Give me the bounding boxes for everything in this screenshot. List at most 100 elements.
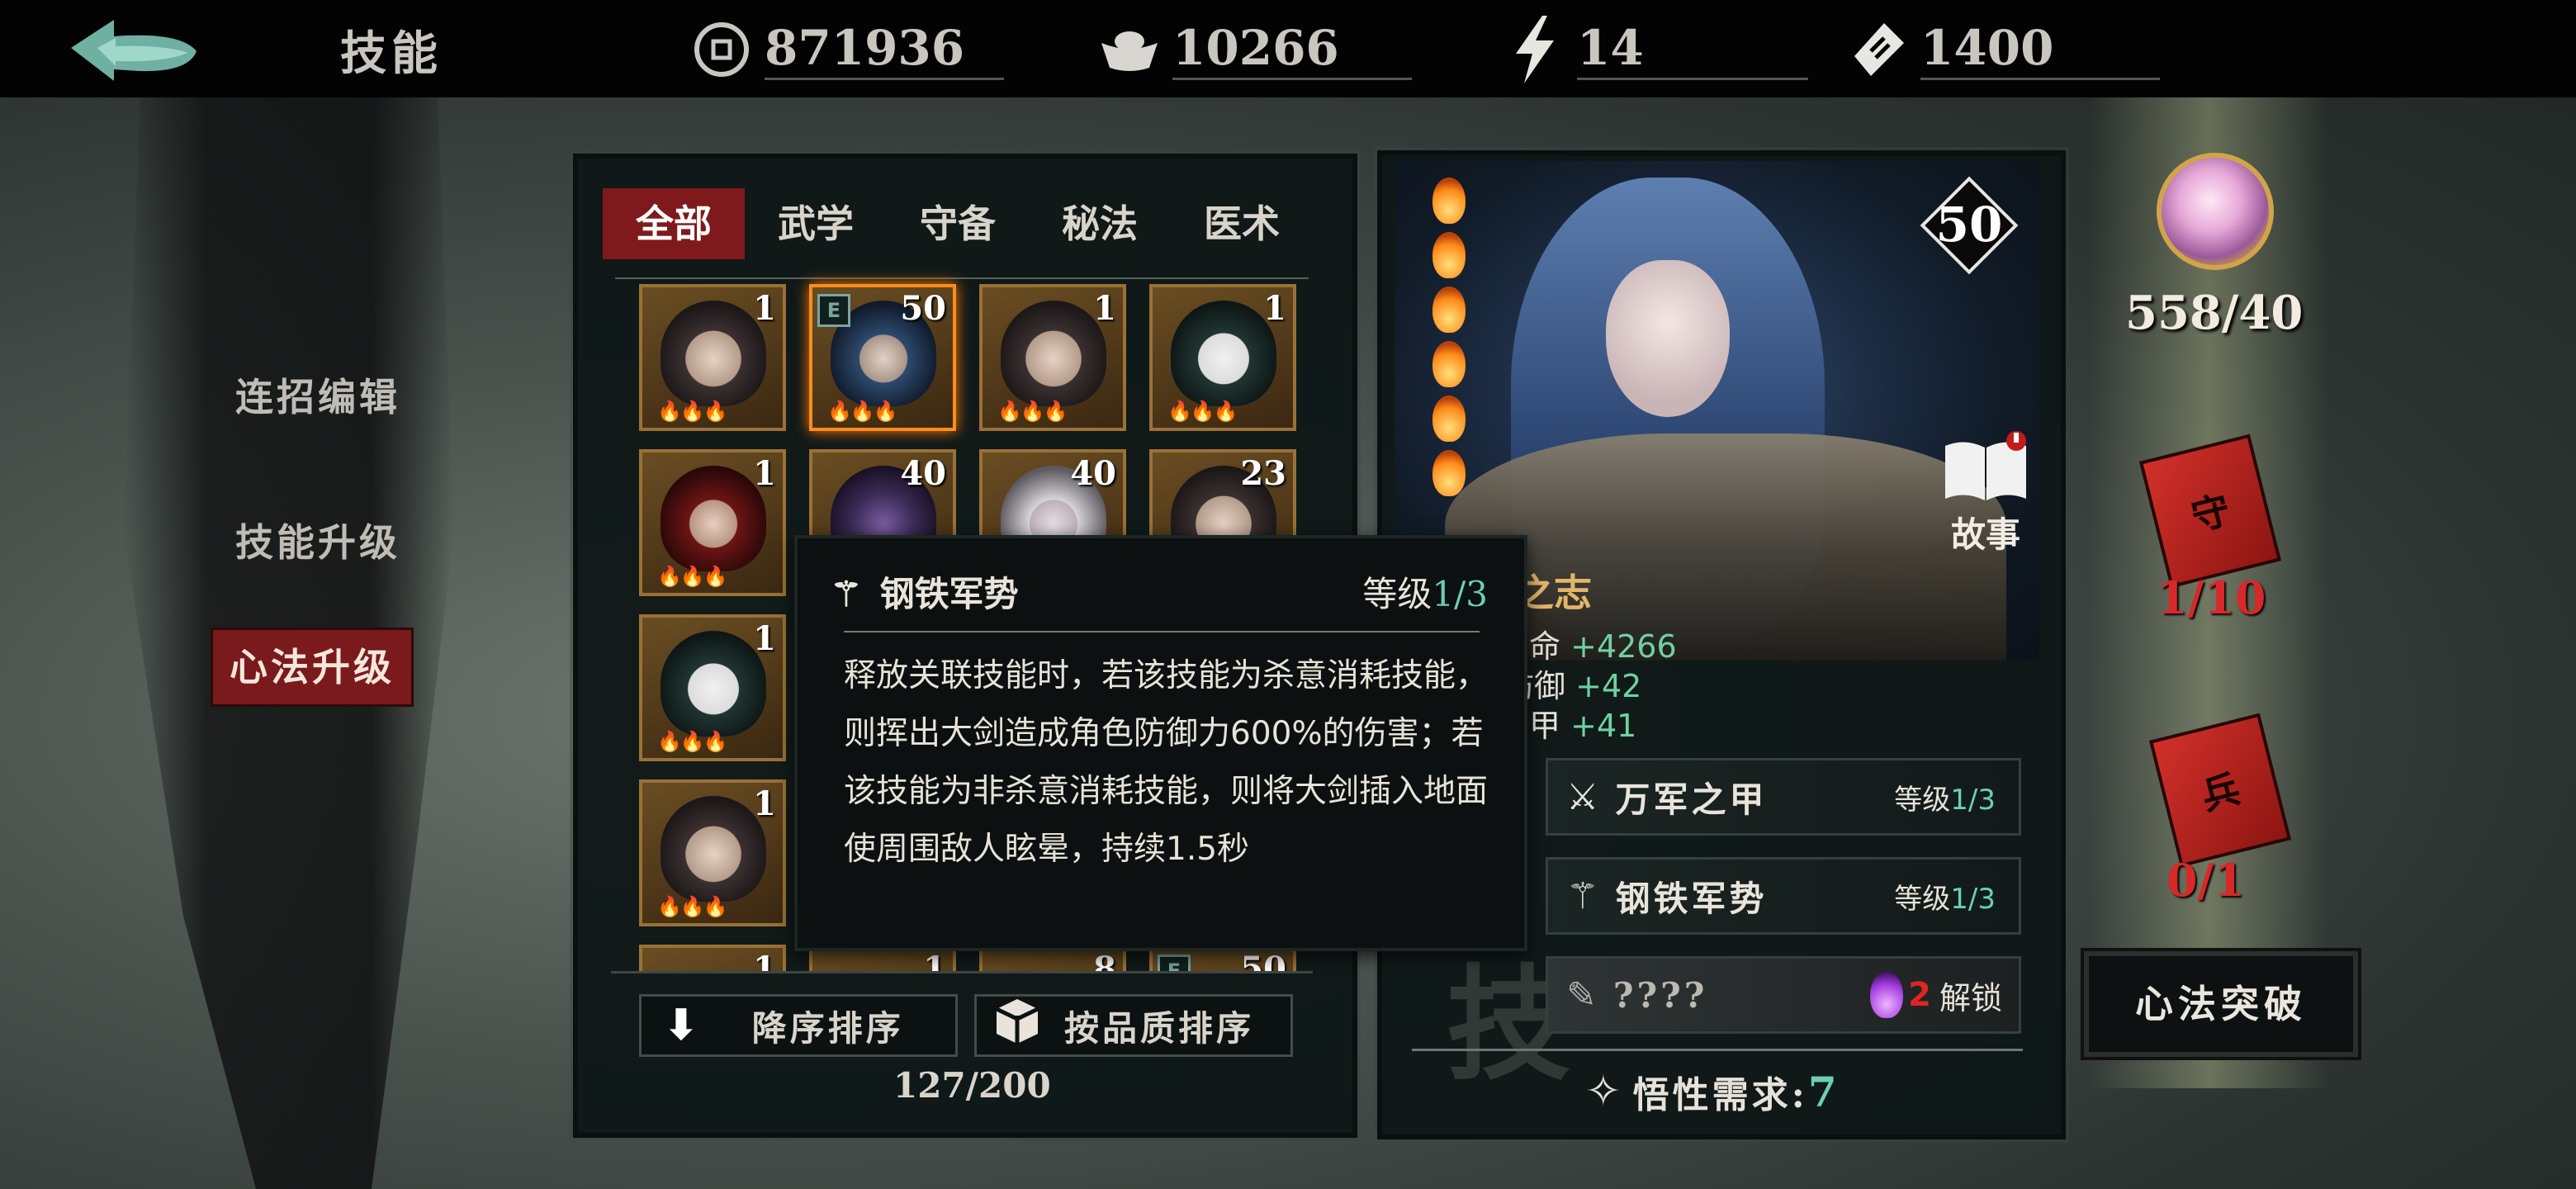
tooltip-level-label: 等级 (1362, 574, 1432, 614)
unlock-label: 解锁 (1939, 979, 2002, 1016)
skill-level-label: 等级 (1894, 882, 1951, 916)
story-label: 故事 (1950, 514, 2020, 555)
tab-medicine[interactable]: 医术 (1171, 188, 1313, 259)
flame-rank-icon: 🔥🔥🔥 (657, 730, 728, 753)
tickets-value: 1400 (1920, 20, 2160, 80)
sidebar-item-heart-upgrade[interactable]: 心法升级 (211, 628, 414, 707)
slot-level: 40 (900, 454, 946, 493)
flame-rank-icon: 🔥🔥🔥 (827, 400, 898, 423)
skill-tooltip: ⚚ 钢铁军势 等级1/3 释放关联技能时，若该技能为杀意消耗技能，则挥出大剑造成角… (794, 535, 1527, 951)
slot-level: 8 (1093, 950, 1116, 973)
locked-skill-row[interactable]: ✎ ???? 2 解锁 (1546, 956, 2021, 1034)
resource-silver: 10266 (1098, 12, 1412, 88)
rank-flames (1432, 178, 1466, 504)
sort-quality-label: 按品质排序 (1064, 1007, 1255, 1049)
skill-name: ???? (1612, 974, 1708, 1016)
spirit-orb-icon[interactable] (2157, 153, 2274, 270)
heart-skill-row[interactable]: ⚔ 万军之甲 等级1/3 (1546, 758, 2021, 836)
slot-level: 50 (1240, 950, 1286, 973)
character-portrait (661, 301, 766, 406)
flame-icon (1432, 396, 1466, 442)
tab-all[interactable]: 全部 (603, 188, 745, 259)
skill-level-value: 1/3 (1950, 882, 1996, 916)
back-arrow-icon[interactable] (64, 15, 205, 84)
skill-slot[interactable]: 1 🔥🔥🔥 (639, 779, 786, 926)
level-diamond: 50 (1915, 172, 2023, 279)
skill-level-label: 等级 (1894, 783, 1951, 817)
skill-slot[interactable]: 1 🔥🔥🔥 (639, 449, 786, 596)
cube-icon (995, 997, 1039, 1054)
tooltip-title: ⚚ 钢铁军势 (831, 566, 1019, 617)
character-portrait (661, 796, 766, 902)
category-tabs: 全部 武学 守备 秘法 医术 (603, 188, 1313, 259)
character-portrait (1001, 301, 1106, 406)
resource-tickets: 1400 (1846, 12, 2160, 88)
coin-icon (690, 18, 753, 81)
skill-slot[interactable]: 1 🔥🔥🔥 (639, 284, 786, 431)
weapon-book-count: 0/1 (2166, 854, 2245, 907)
skill-slot[interactable]: 1 (639, 945, 786, 973)
resource-coins: 871936 (690, 12, 1004, 88)
page-title: 技能 (340, 26, 443, 81)
unlock-cost: 2 解锁 (1870, 972, 2002, 1018)
tooltip-description: 释放关联技能时，若该技能为杀意消耗技能，则挥出大剑造成角色防御力600%的伤害；… (844, 657, 1489, 868)
requirement-label: 悟性需求: (1632, 1074, 1808, 1116)
character-face (1606, 260, 1730, 417)
skill-slot[interactable]: 1 🔥🔥🔥 (1149, 284, 1296, 431)
flame-rank-icon: 🔥🔥🔥 (1167, 400, 1238, 423)
skill-level: 等级1/3 (1894, 777, 1996, 817)
slot-level: 1 (753, 619, 776, 658)
manual-count: 1/10 (2157, 571, 2266, 624)
sidebar-item-combo-edit[interactable]: 连招编辑 (190, 360, 446, 434)
story-button[interactable]: 故事 (1940, 429, 2031, 557)
sword-stance-icon: ⚚ (1566, 874, 1599, 917)
character-portrait (1171, 301, 1276, 406)
slot-level: 1 (753, 454, 776, 493)
flame-icon (1432, 232, 1466, 278)
skill-level: 等级1/3 (1894, 876, 1996, 917)
orb-count: 558/40 (2125, 286, 2304, 340)
flame-rank-icon: 🔥🔥🔥 (657, 400, 728, 423)
tab-martial[interactable]: 武学 (745, 188, 887, 259)
tooltip-divider (844, 631, 1480, 632)
book-icon (1945, 431, 2026, 500)
heart-breakthrough-button[interactable]: 心法突破 (2084, 951, 2358, 1057)
skill-slot[interactable]: 1 🔥🔥🔥 (979, 284, 1126, 431)
sword-stance-icon: ⚚ (831, 574, 862, 614)
skill-slot-selected[interactable]: E 50 🔥🔥🔥 (809, 284, 956, 431)
sort-quality-button[interactable]: 按品质排序 (974, 994, 1293, 1057)
stat-label: 甲 (1529, 708, 1561, 744)
flame-icon (1432, 341, 1466, 387)
slot-level: 1 (753, 950, 776, 973)
requirement-value: 7 (1807, 1067, 1840, 1116)
book-char: 守 (2186, 487, 2235, 540)
sort-descending-button[interactable]: ⬇ 降序排序 (639, 994, 958, 1057)
character-portrait (661, 631, 766, 737)
locked-skill-icon: ✎ (1566, 973, 1597, 1016)
slot-level: 23 (1240, 454, 1286, 493)
tab-defense[interactable]: 守备 (887, 188, 1029, 259)
skill-slot[interactable]: 1 🔥🔥🔥 (639, 614, 786, 761)
heart-skill-row[interactable]: ⚚ 钢铁军势 等级1/3 (1546, 857, 2021, 935)
purple-flame-icon (1870, 972, 1904, 1018)
flame-icon (1432, 178, 1466, 224)
inventory-count: 127/200 (893, 1065, 1051, 1106)
stat-line: 甲 +41 (1529, 700, 1636, 746)
sort-descending-label: 降序排序 (751, 1007, 904, 1049)
flame-rank-icon: 🔥🔥🔥 (657, 565, 728, 588)
slot-level: 1 (923, 950, 946, 973)
stat-line: 命 +4266 (1529, 621, 1677, 666)
equipped-badge: E (1158, 955, 1191, 973)
silver-ingot-icon (1098, 18, 1161, 81)
book-char: 兵 (2196, 766, 2245, 819)
arrow-down-icon: ⬇ (663, 1001, 703, 1050)
tab-divider (615, 277, 1309, 279)
tab-secret[interactable]: 秘法 (1029, 188, 1171, 259)
slot-level: 1 (753, 289, 776, 328)
character-portrait (661, 466, 766, 571)
sidebar-item-skill-upgrade[interactable]: 技能升级 (190, 505, 446, 580)
armor-skill-icon: ⚔ (1566, 775, 1599, 818)
tooltip-level-value: 1/3 (1432, 574, 1488, 614)
resource-energy: 14 (1503, 12, 1808, 88)
slot-level: 1 (753, 784, 776, 823)
